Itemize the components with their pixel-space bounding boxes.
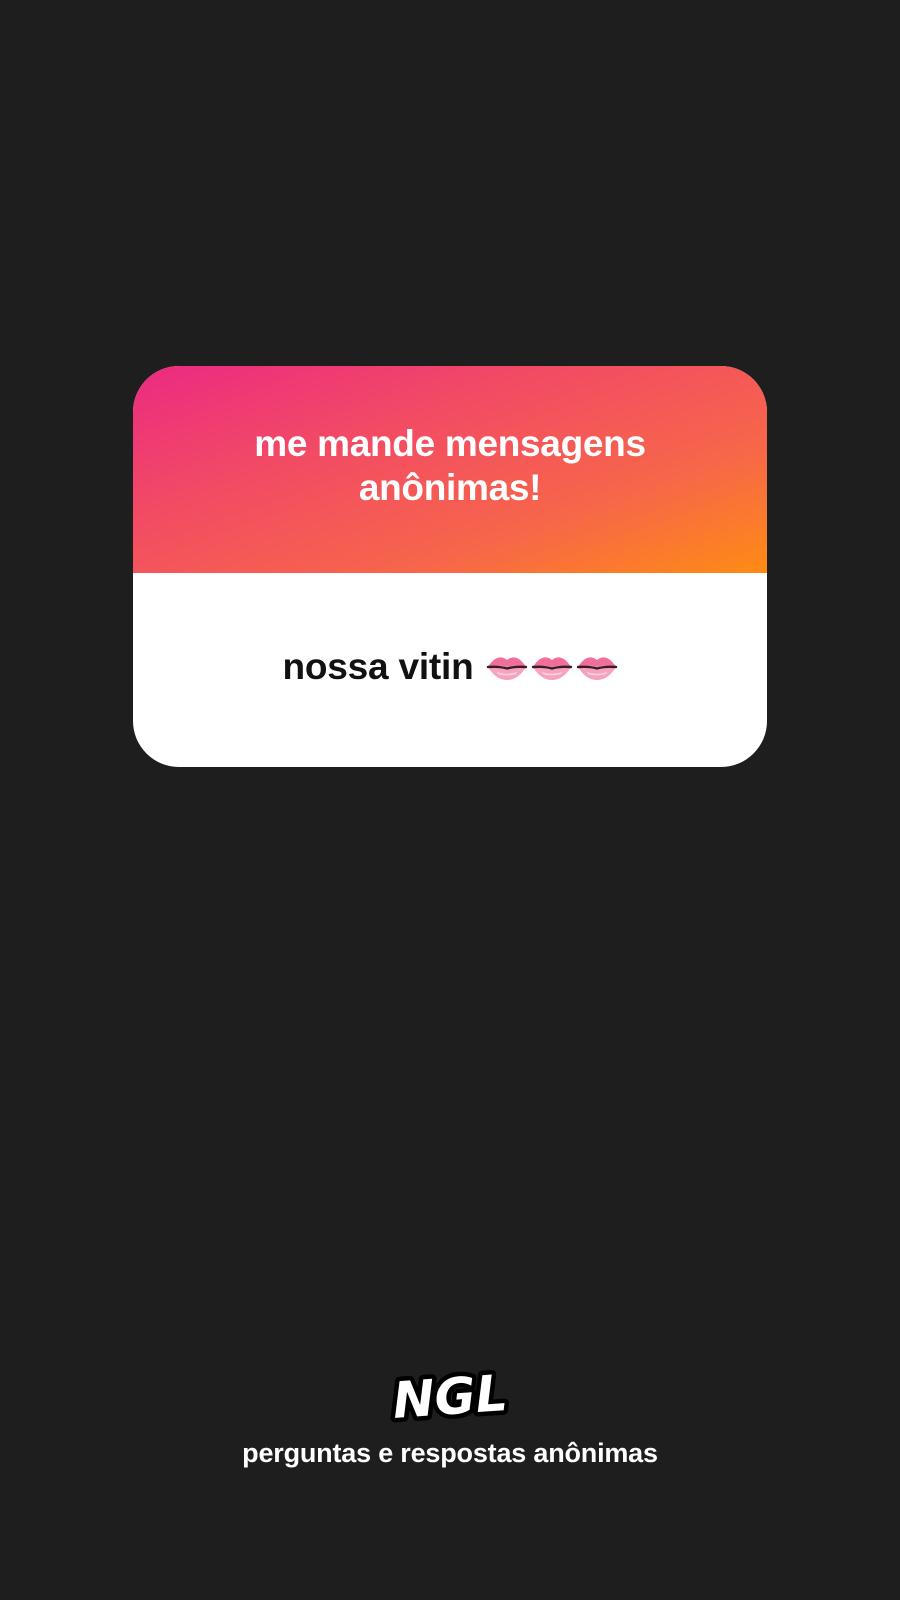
message-row: nossa vitin	[282, 646, 617, 688]
emoji-group	[486, 653, 618, 681]
lips-icon	[486, 653, 528, 681]
message-text: nossa vitin	[282, 646, 474, 687]
tagline: perguntas e respostas anônimas	[242, 1438, 658, 1468]
card-header: me mande mensagens anônimas!	[133, 366, 767, 573]
ngl-logo: NGL	[386, 1360, 514, 1432]
lips-icon	[576, 653, 618, 681]
ngl-message-card: me mande mensagens anônimas! nossa vitin	[133, 366, 767, 767]
card-body: nossa vitin	[133, 573, 767, 767]
logo-text: NGL	[391, 1364, 510, 1430]
lips-icon	[531, 653, 573, 681]
prompt-text: me mande mensagens anônimas!	[254, 422, 646, 508]
brand-footer: NGL perguntas e respostas anônimas	[0, 1360, 900, 1469]
